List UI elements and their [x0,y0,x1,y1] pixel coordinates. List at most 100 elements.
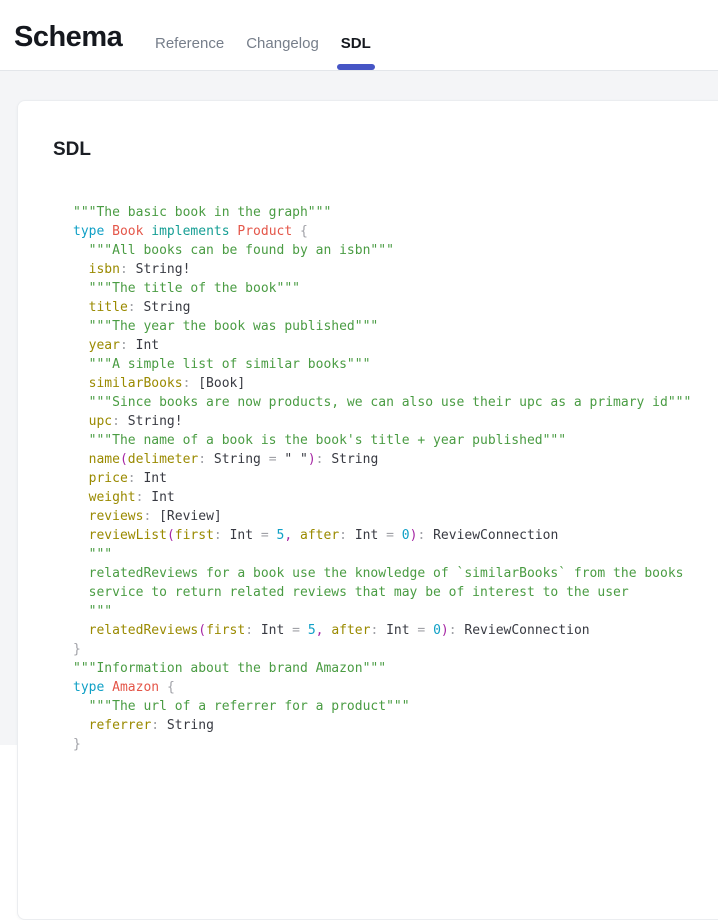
token-fld: relatedReviews [89,623,199,638]
token-pun: : [198,452,206,467]
token-pln [378,528,386,543]
token-num: 0 [402,528,410,543]
sdl-code-block: """The basic book in the graph"""type Bo… [73,203,718,754]
tab-sdl[interactable]: SDL [341,35,371,56]
token-par: ( [198,623,206,638]
token-pun: : [120,338,128,353]
token-pln [300,623,308,638]
token-doc: service to return related reviews that m… [73,585,629,600]
token-kw: type [73,680,104,695]
code-line: isbn: String! [73,260,718,279]
token-pln [425,623,433,638]
token-pln [73,338,89,353]
code-line: upc: String! [73,412,718,431]
code-line: title: String [73,298,718,317]
code-line: type Book implements Product { [73,222,718,241]
token-kw: type [73,224,104,239]
token-par: ) [308,452,316,467]
token-pln [73,471,89,486]
code-line: name(delimeter: String = " "): String [73,450,718,469]
token-pun: : [245,623,253,638]
code-line: relatedReviews for a book use the knowle… [73,564,718,583]
token-num: 0 [433,623,441,638]
token-fld: after [300,528,339,543]
token-pln [253,528,261,543]
token-doc: """The name of a book is the book's titl… [73,433,566,448]
token-doc: """ [73,604,112,619]
token-fld: title [89,300,128,315]
content-area: SDL """The basic book in the graph"""typ… [0,71,718,745]
token-fld: first [206,623,245,638]
token-fld: reviews [89,509,144,524]
token-pun: = [261,528,269,543]
code-line: """ [73,545,718,564]
active-tab-indicator [337,64,375,70]
token-pun: : [214,528,222,543]
token-pln [73,300,89,315]
code-line: """Information about the brand Amazon""" [73,659,718,678]
code-line: """The url of a referrer for a product""… [73,697,718,716]
code-line: """The title of the book""" [73,279,718,298]
code-line: """The basic book in the graph""" [73,203,718,222]
token-par: , [284,528,292,543]
token-pun: { [300,224,308,239]
token-fld: name [89,452,120,467]
token-doc: """The url of a referrer for a product""… [73,699,410,714]
token-pun: : [449,623,457,638]
code-line: reviews: [Review] [73,507,718,526]
code-line: weight: Int [73,488,718,507]
token-typ: String! [120,414,183,429]
code-line: """The year the book was published""" [73,317,718,336]
token-kw2: implements [151,224,229,239]
code-line: service to return related reviews that m… [73,583,718,602]
page-title: Schema [14,21,122,54]
token-par: ) [441,623,449,638]
token-doc: relatedReviews for a book use the knowle… [73,566,683,581]
token-pun: : [151,718,159,733]
token-par: ( [167,528,175,543]
tab-label: Reference [155,35,224,52]
token-pln [206,452,214,467]
token-pln [73,718,89,733]
token-pln [73,262,89,277]
code-line: """The name of a book is the book's titl… [73,431,718,450]
token-pun: = [386,528,394,543]
token-doc: """All books can be found by an isbn""" [73,243,394,258]
code-line: year: Int [73,336,718,355]
token-pln [73,528,89,543]
token-cls: Amazon [112,680,159,695]
token-num: 5 [308,623,316,638]
code-line: similarBooks: [Book] [73,374,718,393]
token-typ: ReviewConnection [457,623,590,638]
card-heading: SDL [53,139,718,161]
token-fld: first [175,528,214,543]
token-pun: : [120,262,128,277]
token-fld: delimeter [128,452,198,467]
tab-reference[interactable]: Reference [155,35,224,56]
sdl-card: SDL """The basic book in the graph"""typ… [17,100,718,920]
code-line: price: Int [73,469,718,488]
token-doc: """ [73,547,112,562]
token-pun: : [112,414,120,429]
token-typ: " " [284,452,307,467]
tab-label: SDL [341,35,371,52]
tab-changelog[interactable]: Changelog [246,35,319,56]
token-pln [292,528,300,543]
token-pln [73,509,89,524]
token-fld: year [89,338,120,353]
token-typ: Int [136,471,167,486]
code-line: """A simple list of similar books""" [73,355,718,374]
token-pun: : [128,471,136,486]
token-pun: : [128,300,136,315]
token-typ: Int [128,338,159,353]
code-line: """All books can be found by an isbn""" [73,241,718,260]
token-typ: Int [261,623,284,638]
token-typ: Int [355,528,378,543]
token-fld: referrer [89,718,152,733]
token-typ: Int [386,623,409,638]
code-line: relatedReviews(first: Int = 5, after: In… [73,621,718,640]
token-pun: } [73,642,81,657]
token-doc: """The title of the book""" [73,281,300,296]
page-header: Schema Reference Changelog SDL [0,0,718,71]
token-fld: reviewList [89,528,167,543]
